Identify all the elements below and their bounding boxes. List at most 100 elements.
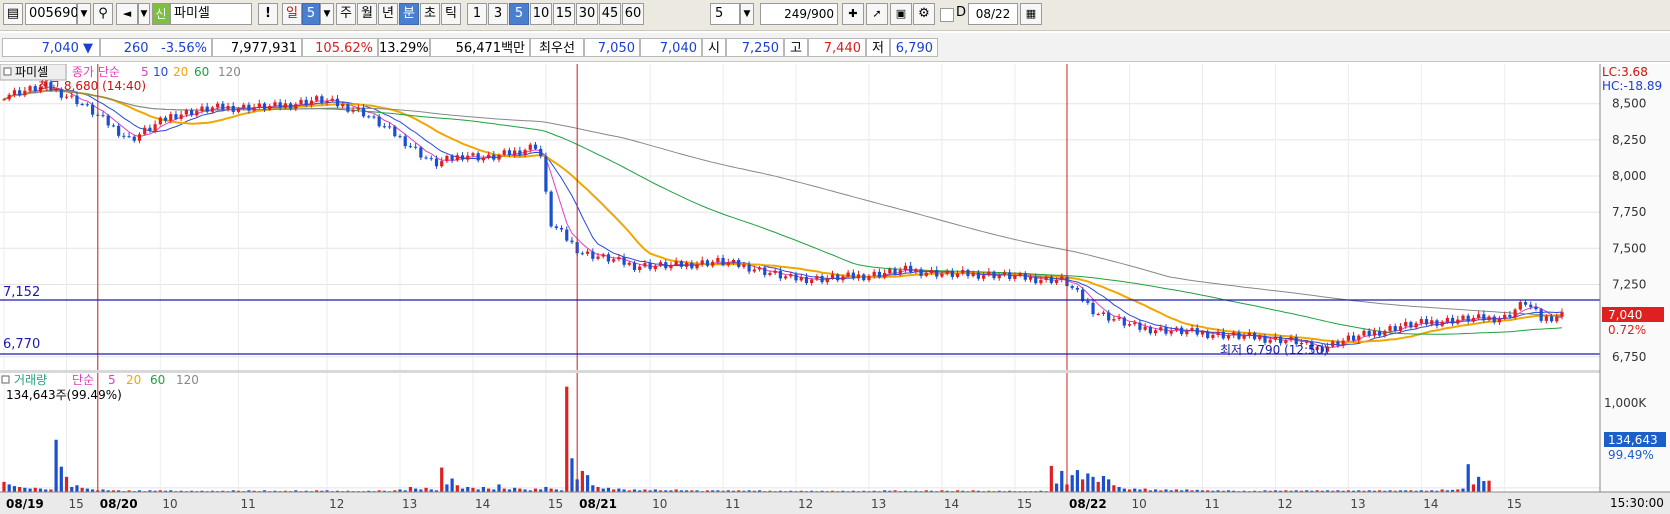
candle-body xyxy=(1049,276,1053,284)
minute-10-button[interactable]: 10 xyxy=(530,3,552,25)
candle-body xyxy=(533,144,538,149)
volume-bar xyxy=(1466,464,1470,492)
candle-body xyxy=(596,256,600,259)
time-tick-label: 12 xyxy=(1277,497,1292,511)
volume-bar xyxy=(33,487,37,492)
date-checkbox[interactable] xyxy=(940,8,954,22)
period-tick-button[interactable]: 틱 xyxy=(441,3,461,25)
candle-body xyxy=(179,114,183,119)
candle-body xyxy=(169,114,173,121)
candle-body xyxy=(382,126,386,128)
period-day-count[interactable]: 5 xyxy=(302,3,320,25)
minute-5-button[interactable]: 5 xyxy=(509,3,529,25)
stock-code-input[interactable]: 005690 xyxy=(25,3,79,25)
save-icon[interactable]: ▣ xyxy=(890,3,912,25)
candle-body xyxy=(1028,276,1033,280)
candle-body xyxy=(231,105,235,112)
minute-3-button[interactable]: 3 xyxy=(488,3,508,25)
candle-body xyxy=(242,104,246,109)
candle-body xyxy=(236,108,241,112)
volume-bar xyxy=(2,481,6,492)
volume-bar xyxy=(1049,465,1053,492)
candle-body xyxy=(622,257,626,265)
interval-input[interactable]: 5 xyxy=(710,3,740,25)
candle-body xyxy=(825,278,829,283)
period-second-button[interactable]: 초 xyxy=(420,3,440,25)
calendar-icon[interactable]: ▦ xyxy=(1020,3,1042,25)
minute-60-button[interactable]: 60 xyxy=(622,3,644,25)
stock-name-field[interactable]: 파미셀 xyxy=(170,3,252,25)
candle-body xyxy=(1122,317,1126,326)
period-week-button[interactable]: 주 xyxy=(336,3,356,25)
candle-body xyxy=(1346,335,1350,341)
volume-bar xyxy=(23,487,27,492)
minute-1-button[interactable]: 1 xyxy=(467,3,487,25)
candle-body xyxy=(1336,341,1340,346)
volume-pct-label: 99.49% xyxy=(1608,448,1654,462)
candle-body xyxy=(64,96,69,98)
candle-body xyxy=(804,276,809,284)
speaker-icon[interactable]: ◄ xyxy=(116,3,138,25)
interval-dropdown-icon[interactable]: ▼ xyxy=(740,3,754,25)
period-minute-button[interactable]: 분 xyxy=(399,3,419,25)
stock-chart[interactable]: 7,152 6,770 8,500 8,250 8,000 7,750 7,500 7,2… xyxy=(0,64,1670,514)
volume-legend-toggle-icon[interactable] xyxy=(1,375,10,384)
volume-bar xyxy=(1117,486,1121,492)
minute-30-button[interactable]: 30 xyxy=(576,3,598,25)
search-icon[interactable]: ⚲ xyxy=(93,3,113,25)
high-annotation: 최고 8,680 (14:40) xyxy=(38,79,146,93)
candle-body xyxy=(1258,336,1262,340)
legend-ma-5: 5 xyxy=(141,65,149,79)
candle-body xyxy=(398,136,402,138)
period-day-button[interactable]: 일 xyxy=(282,3,302,25)
period-day-dropdown-icon[interactable]: ▼ xyxy=(320,3,334,25)
volume-bar xyxy=(28,488,32,492)
candle-body xyxy=(794,274,798,281)
candle-body xyxy=(752,269,756,272)
volume-bar xyxy=(570,458,574,492)
candle-body xyxy=(1034,276,1038,284)
legend-toggle-icon[interactable] xyxy=(3,67,12,76)
menu-icon[interactable]: ▤ xyxy=(3,3,23,25)
candle-body xyxy=(450,155,454,161)
settings-icon[interactable]: ⚙ xyxy=(913,3,935,25)
period-year-button[interactable]: 년 xyxy=(378,3,398,25)
candle-body xyxy=(1054,279,1059,284)
candle-body xyxy=(189,110,194,116)
price-tick-label: 8,000 xyxy=(1612,169,1646,183)
volume-bar xyxy=(12,486,17,492)
candle-body xyxy=(523,149,527,156)
candle-body xyxy=(1107,312,1111,321)
candle-body xyxy=(1482,314,1486,321)
trend-tool-icon[interactable]: ➚ xyxy=(866,3,888,25)
date-input[interactable]: 08/22 xyxy=(968,3,1018,25)
candle-body xyxy=(1393,326,1397,331)
candle-body xyxy=(80,104,84,106)
candle-body xyxy=(7,94,11,100)
candle-body xyxy=(351,109,355,112)
volume-bar xyxy=(544,486,548,492)
code-dropdown-icon[interactable]: ▼ xyxy=(77,3,91,25)
candle-body xyxy=(117,125,121,136)
time-tick-label: 11 xyxy=(240,497,255,511)
candle-body xyxy=(486,154,491,158)
candle-body xyxy=(502,150,506,155)
count-field[interactable]: 249/900 xyxy=(760,3,838,25)
pane-divider[interactable] xyxy=(0,370,1600,373)
period-month-button[interactable]: 월 xyxy=(357,3,377,25)
candle-body xyxy=(955,273,960,277)
candle-body xyxy=(1143,326,1147,330)
crosshair-icon[interactable]: ✚ xyxy=(842,3,864,25)
down-arrow-icon: ▼ xyxy=(83,41,93,56)
alert-button[interactable]: ! xyxy=(258,3,278,25)
candle-body xyxy=(440,161,444,167)
volume-bar xyxy=(1133,488,1137,492)
candle-body xyxy=(1023,273,1027,280)
volume-legend-name: 거래량 xyxy=(14,373,47,387)
minute-45-button[interactable]: 45 xyxy=(599,3,621,25)
volume-bar xyxy=(565,386,569,492)
candle-body xyxy=(528,144,532,150)
speaker-dropdown-icon[interactable]: ▼ xyxy=(138,3,150,25)
candle-body xyxy=(768,272,772,275)
minute-15-button[interactable]: 15 xyxy=(553,3,575,25)
